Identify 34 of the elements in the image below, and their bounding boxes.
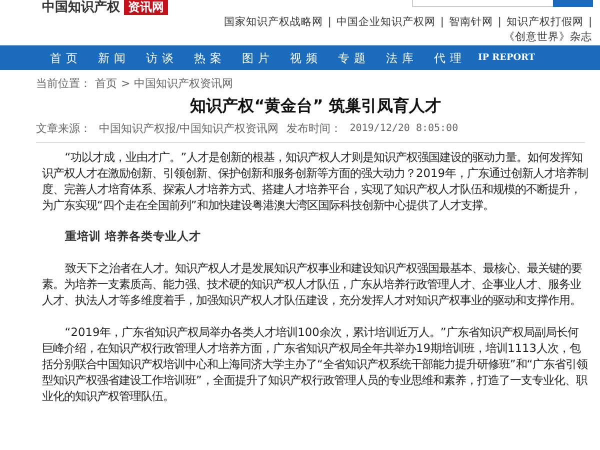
publish-time: 2019/12/20 8:05:00 (350, 122, 458, 136)
breadcrumb-link[interactable]: 中国知识产权资讯网 (134, 76, 234, 92)
time-label: 发布时间： (286, 121, 342, 137)
site-link[interactable]: 《创意世界》杂志 (504, 30, 592, 45)
nav-link[interactable]: 图 片 (232, 50, 280, 66)
link-separator: | (498, 15, 502, 30)
site-link[interactable]: 知识产权打假网 (506, 15, 584, 30)
site-link[interactable]: 智南针网 (448, 15, 493, 30)
section-heading: 重培训 培养各类专业人才 (64, 229, 202, 244)
nav-link[interactable]: 专 题 (328, 50, 376, 66)
nav-link[interactable]: 首 页 (40, 50, 88, 66)
link-separator: | (328, 15, 332, 30)
nav-link[interactable]: 代 理 (424, 50, 472, 66)
source-label: 文章来源： (36, 121, 91, 137)
link-separator: | (440, 15, 444, 30)
article-source: 中国知识产权报/中国知识产权资讯网 (99, 121, 279, 137)
link-separator: | (588, 15, 592, 30)
nav-link[interactable]: 法 库 (376, 50, 424, 66)
breadcrumb-separator: > (121, 76, 130, 92)
breadcrumb-link[interactable]: 首页 (95, 76, 117, 92)
nav-link[interactable]: 视 频 (280, 50, 328, 66)
nav-link[interactable]: IP REPORT (472, 53, 536, 63)
article-paragraph: “2019年，广东省知识产权局举办各类人才培训100余次，累计培训近万人。”广东省知识产权局副局长何巨峰介绍，在知识产权行政管理人才培养方面，广东省知识产权局全年共举办19期培训班，培训1113人次，包括分别联合中国知识产权培训中心和上海同济大学主办了“全省知识产权系统干部能力提升研修班”和“广东省引领型知识产权强省建设工作培训班”，全面提升了知识产权行政管理人员的专业思维和素养，打造了一支专业化、职业化的知识产权管理队伍。 (42, 324, 588, 404)
logo-tag: 资讯网 (124, 0, 168, 15)
article-paragraph: 致天下之治者在人才。知识产权人才是发展知识产权事业和建设知识产权强国最基本、最核心、最关键的要素。为培养一支素质高、能力强、技术硬的知识产权人才队伍，广东从培养行政管理人才、企事业人才、服务业人才、执法人才等多维度着手，加强知识产权人才队伍建设，充分发挥人才对知识产权事业的驱动和支撑作用。 (42, 260, 583, 308)
article-paragraph: “功以才成，业由才广。”人才是创新的根基，知识产权人才则是知识产权强国建设的驱动力量。如何发挥知识产权人才在激励创新、引领创新、保护创新和服务创新等方面的强大动力？2019年，广东通过创新人才培养制度、完善人才培育体系、探索人才培养方式、搭建人才培养平台，实现了知识产权人才队伍和规模的不断提升，为广东实现“四个走在全国前列”和加快建设粤港澳大湾区国际科技创新中心提供了人才支撑。 (42, 149, 588, 213)
nav-link[interactable]: 访 谈 (136, 50, 184, 66)
site-link[interactable]: 中国企业知识产权网 (336, 15, 436, 30)
breadcrumb-label: 当前位置： (36, 76, 91, 92)
site-link[interactable]: 国家知识产权战略网 (224, 15, 323, 30)
logo-name: 中国知识产权 (42, 0, 120, 15)
nav-link[interactable]: 新 闻 (88, 50, 136, 66)
article-title: 知识产权“黄金台” 筑巢引凤育人才 (188, 96, 442, 117)
nav-link[interactable]: 热 案 (184, 50, 232, 66)
